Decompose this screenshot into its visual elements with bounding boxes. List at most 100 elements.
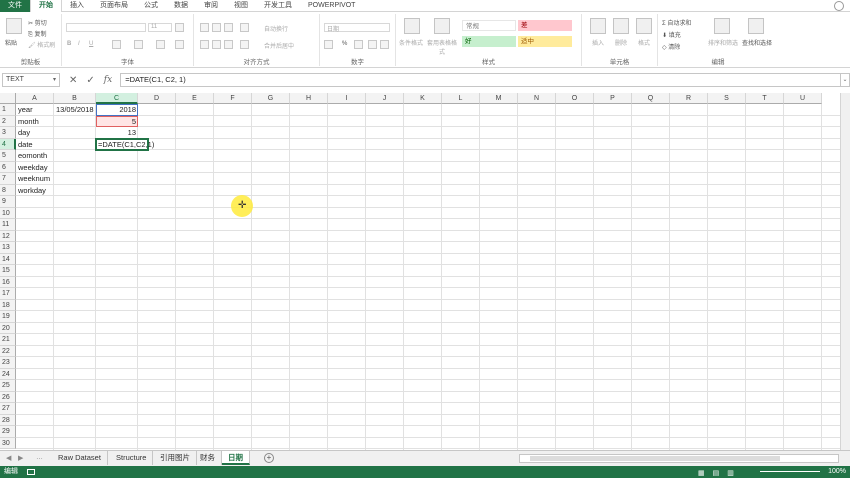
font-color-icon[interactable] xyxy=(156,40,165,49)
add-sheet-icon[interactable]: + xyxy=(264,453,274,463)
style-good[interactable]: 好 xyxy=(462,36,516,47)
worksheet-grid[interactable]: A B C D E F G H I J K L M N O P Q R S T U 1 2 3 4 5 6 7 8 9 10 11 12 13 14… xyxy=(0,93,840,450)
cell-b1[interactable]: 13/05/2018 xyxy=(56,104,94,115)
row-header-4[interactable]: 4 xyxy=(0,138,16,150)
tab-data[interactable]: 数据 xyxy=(166,0,196,12)
row-header-15[interactable]: 15 xyxy=(0,265,16,277)
currency-icon[interactable] xyxy=(324,40,333,49)
find-select-button[interactable]: 查找和选择 xyxy=(742,38,772,47)
prev-sheet-icon[interactable]: ◀ xyxy=(6,454,11,462)
align-left-icon[interactable] xyxy=(200,40,209,49)
column-header-i[interactable]: I xyxy=(328,93,366,104)
sheet-tab-finance[interactable]: 财务 xyxy=(194,451,222,465)
cell-c3[interactable]: 13 xyxy=(98,127,138,138)
chevron-down-icon[interactable]: ▾ xyxy=(53,74,56,86)
cell-a4[interactable]: date xyxy=(18,139,33,150)
sheet-tab-raw-dataset[interactable]: Raw Dataset xyxy=(52,451,108,465)
italic-button[interactable]: I xyxy=(78,41,80,47)
align-center-icon[interactable] xyxy=(212,40,221,49)
tab-view[interactable]: 视图 xyxy=(226,0,256,12)
paste-icon[interactable] xyxy=(6,18,22,34)
binoculars-icon[interactable] xyxy=(748,18,764,34)
column-header-m[interactable]: M xyxy=(480,93,518,104)
row-header-25[interactable]: 25 xyxy=(0,380,16,392)
row-header-27[interactable]: 27 xyxy=(0,403,16,415)
column-header-s[interactable]: S xyxy=(708,93,746,104)
orientation-icon[interactable] xyxy=(240,23,249,32)
row-header-28[interactable]: 28 xyxy=(0,414,16,426)
number-format-combo[interactable]: 日期 xyxy=(324,23,390,33)
tab-developer[interactable]: 开发工具 xyxy=(256,0,300,12)
style-bad[interactable]: 差 xyxy=(518,20,572,31)
row-header-18[interactable]: 18 xyxy=(0,299,16,311)
enter-check-icon[interactable]: ✓ xyxy=(86,75,94,86)
horizontal-scroll-thumb[interactable] xyxy=(530,456,780,461)
vertical-scrollbar[interactable] xyxy=(840,93,850,450)
column-header-k[interactable]: K xyxy=(404,93,442,104)
row-header-21[interactable]: 21 xyxy=(0,334,16,346)
row-header-6[interactable]: 6 xyxy=(0,161,16,173)
more-sheets-icon[interactable]: … xyxy=(36,454,43,461)
align-bottom-icon[interactable] xyxy=(224,23,233,32)
column-header-p[interactable]: P xyxy=(594,93,632,104)
cell-a7[interactable]: weeknum xyxy=(18,173,50,184)
border-icon[interactable] xyxy=(112,40,121,49)
font-name-combo[interactable] xyxy=(66,23,146,32)
cell-a5[interactable]: eomonth xyxy=(18,150,47,161)
sheet-tab-structure[interactable]: Structure xyxy=(110,451,154,465)
row-header-17[interactable]: 17 xyxy=(0,288,16,300)
delete-cells-button[interactable]: 删除 xyxy=(615,38,627,47)
table-format-button[interactable]: 套用表格格式 xyxy=(427,38,457,56)
column-header-j[interactable]: J xyxy=(366,93,404,104)
column-header-c[interactable]: C xyxy=(96,93,138,104)
row-header-3[interactable]: 3 xyxy=(0,127,16,139)
sheet-tab-date[interactable]: 日期 xyxy=(222,451,250,465)
zoom-level[interactable]: 100% xyxy=(828,466,846,478)
column-header-f[interactable]: F xyxy=(214,93,252,104)
tab-powerpivot[interactable]: POWERPIVOT xyxy=(300,0,363,12)
align-right-icon[interactable] xyxy=(224,40,233,49)
indent-icon[interactable] xyxy=(240,40,249,49)
row-header-5[interactable]: 5 xyxy=(0,150,16,162)
column-header-g[interactable]: G xyxy=(252,93,290,104)
decrease-decimal-icon[interactable] xyxy=(380,40,389,49)
row-header-14[interactable]: 14 xyxy=(0,253,16,265)
paste-button[interactable]: 粘贴 xyxy=(5,38,17,47)
active-cell-editor[interactable]: =DATE(C1,C2,1) xyxy=(95,137,154,151)
conditional-format-button[interactable]: 条件格式 xyxy=(399,38,423,47)
cancel-icon[interactable]: ✕ xyxy=(69,75,77,86)
increase-decimal-icon[interactable] xyxy=(368,40,377,49)
column-header-a[interactable]: A xyxy=(16,93,54,104)
merge-center-button[interactable]: 合并后居中 xyxy=(264,41,294,50)
autosum-button[interactable]: Σ 自动求和 xyxy=(662,18,691,27)
column-header-d[interactable]: D xyxy=(138,93,176,104)
column-header-q[interactable]: Q xyxy=(632,93,670,104)
row-header-10[interactable]: 10 xyxy=(0,207,16,219)
cell-c1[interactable]: 2018 xyxy=(98,104,138,115)
format-painter-button[interactable]: 🖌 格式刷 xyxy=(28,40,55,49)
next-sheet-icon[interactable]: ▶ xyxy=(18,454,23,462)
row-header-26[interactable]: 26 xyxy=(0,391,16,403)
row-header-30[interactable]: 30 xyxy=(0,437,16,449)
sort-filter-icon[interactable] xyxy=(714,18,730,34)
expand-formula-icon[interactable]: ⌄ xyxy=(840,73,850,87)
cell-a6[interactable]: weekday xyxy=(18,162,48,173)
row-header-12[interactable]: 12 xyxy=(0,230,16,242)
horizontal-scrollbar[interactable] xyxy=(519,454,839,463)
formula-input[interactable]: =DATE(C1, C2, 1) xyxy=(120,73,840,87)
row-header-7[interactable]: 7 xyxy=(0,173,16,185)
cut-button[interactable]: ✂ 剪切 xyxy=(28,18,47,27)
row-header-19[interactable]: 19 xyxy=(0,311,16,323)
phonetic-icon[interactable] xyxy=(175,40,184,49)
style-neutral[interactable]: 适中 xyxy=(518,36,572,47)
view-buttons[interactable]: ▦▤▥ xyxy=(698,468,742,480)
row-header-20[interactable]: 20 xyxy=(0,322,16,334)
conditional-format-icon[interactable] xyxy=(404,18,420,34)
column-header-e[interactable]: E xyxy=(176,93,214,104)
bold-button[interactable]: B xyxy=(67,41,71,47)
delete-cells-icon[interactable] xyxy=(613,18,629,34)
format-cells-icon[interactable] xyxy=(636,18,652,34)
column-header-n[interactable]: N xyxy=(518,93,556,104)
row-header-1[interactable]: 1 xyxy=(0,104,16,116)
fill-button[interactable]: ⬇ 填充 xyxy=(662,30,681,39)
